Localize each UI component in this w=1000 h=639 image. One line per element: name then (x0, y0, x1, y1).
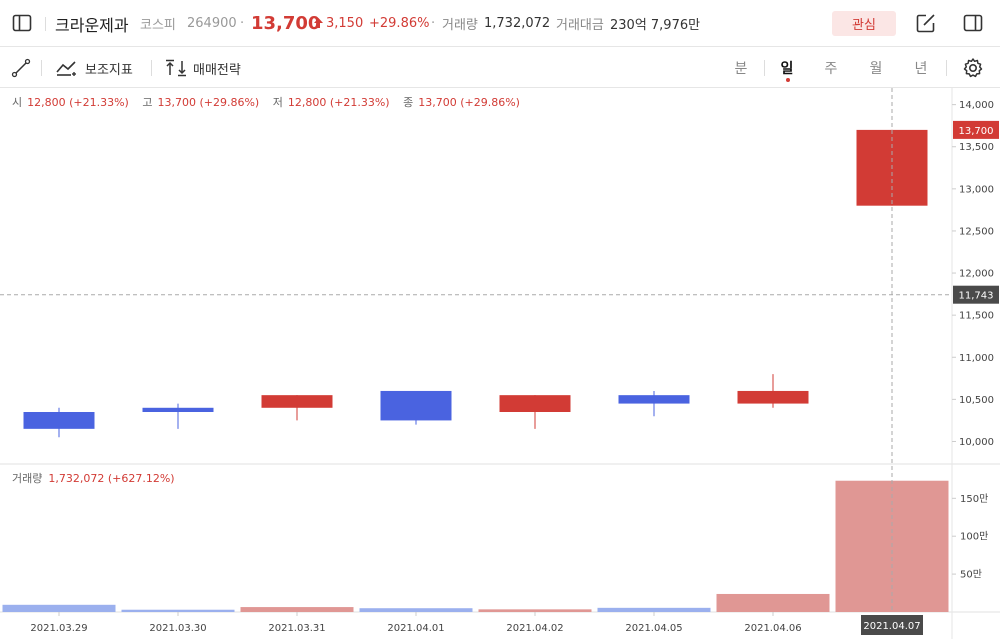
indicator-icon (56, 61, 76, 76)
header-divider (45, 0, 46, 47)
price-tick-label: 11,500 (959, 311, 994, 322)
indicator-label: 보조지표 (85, 62, 133, 78)
price-change-pct: +29.86% (369, 16, 430, 31)
volume-tick-label: 100만 (960, 531, 988, 543)
volume-legend-value: 1,732,072 (+627.12%) (48, 472, 175, 485)
amount-label: 거래대금 (556, 18, 604, 33)
stock-header: 크라운제과 코스피 264900 · 13,700 3,150 +29.86% … (0, 0, 1000, 47)
volume-bar (240, 607, 354, 612)
price-tick-label: 10,000 (959, 437, 994, 448)
period-minute[interactable]: 분 (729, 48, 753, 88)
price-change: 3,150 (326, 16, 364, 31)
volume-tick-label: 150만 (960, 493, 988, 505)
strategy-label: 매매전략 (193, 62, 241, 78)
date-label: 2021.03.31 (268, 623, 325, 634)
ohlc-legend: 시 12,800 (+21.33%) 고 13,700 (+29.86%) 저 12,… (12, 94, 530, 110)
volume-bar (716, 593, 830, 612)
close-value: 13,700 (+29.86%) (418, 96, 520, 109)
volume-tick-label: 50만 (960, 569, 982, 581)
date-label: 2021.04.01 (387, 623, 444, 634)
edit-icon[interactable] (915, 12, 937, 34)
candle-body (380, 390, 452, 421)
stock-name: 크라운제과 (55, 15, 129, 35)
price-tick-label: 10,500 (959, 395, 994, 406)
chart-toolbar: 보조지표 매매전략 분 일 주 월 년 (0, 48, 1000, 88)
drawing-tool-button[interactable] (11, 48, 31, 88)
arrow-up-icon (314, 18, 323, 28)
date-label: 2021.04.05 (625, 623, 682, 634)
volume-label: 거래량 (442, 18, 478, 33)
low-label: 저 (272, 96, 283, 109)
period-week[interactable]: 주 (819, 48, 843, 88)
header-dot: · (240, 16, 245, 31)
amount-value: 230억 7,976만 (610, 18, 701, 33)
candle-body (23, 412, 95, 429)
high-value: 13,700 (+29.86%) (157, 96, 260, 109)
last-price-label: 13,700 (959, 126, 994, 137)
settings-button[interactable] (962, 48, 984, 88)
volume-bar (121, 609, 235, 612)
period-day[interactable]: 일 (775, 48, 799, 88)
current-price: 13,700 (251, 13, 321, 34)
price-chart[interactable]: 10,000 10,500 11,000 11,500 12,000 12,500 13,0… (0, 88, 1000, 639)
sidebar-toggle-icon[interactable] (11, 12, 33, 34)
indicator-button[interactable]: 보조지표 (56, 48, 133, 88)
date-label: 2021.03.30 (149, 623, 206, 634)
date-label: 2021.03.29 (30, 623, 87, 634)
price-tick-label: 12,500 (959, 226, 994, 237)
volume-value: 1,732,072 (484, 16, 551, 31)
price-tick-label: 13,500 (959, 142, 994, 153)
candle-body (142, 407, 214, 412)
price-tick-label: 14,000 (959, 100, 994, 111)
candle-body (499, 395, 571, 412)
candle-body (618, 395, 690, 404)
price-tick-label: 12,000 (959, 269, 994, 280)
volume-legend: 거래량 1,732,072 (+627.12%) (12, 470, 175, 486)
volume-bar (478, 609, 592, 612)
open-value: 12,800 (+21.33%) (27, 96, 129, 109)
date-label: 2021.04.06 (744, 623, 801, 634)
low-value: 12,800 (+21.33%) (287, 96, 390, 109)
open-label: 시 (12, 96, 23, 109)
stock-code: 264900 (187, 16, 237, 31)
volume-legend-label: 거래량 (12, 472, 43, 485)
date-label: 2021.04.02 (506, 623, 563, 634)
price-tick-label: 13,000 (959, 184, 994, 195)
volume-bar (2, 604, 116, 612)
period-year[interactable]: 년 (909, 48, 933, 88)
candle-body (261, 395, 333, 408)
header-dot: · (431, 16, 436, 31)
period-month[interactable]: 월 (864, 48, 888, 88)
crosshair-date-label: 2021.04.07 (863, 621, 920, 632)
strategy-icon (166, 59, 186, 77)
active-period-indicator (786, 78, 790, 82)
favorite-button[interactable]: 관심 (832, 11, 896, 36)
candle-body (737, 390, 809, 404)
panel-toggle-icon[interactable] (962, 12, 984, 34)
gear-icon (963, 58, 983, 78)
crosshair-price-label: 11,743 (959, 291, 994, 302)
high-label: 고 (142, 96, 153, 109)
line-tool-icon (11, 58, 31, 78)
volume-bar (359, 608, 473, 612)
strategy-button[interactable]: 매매전략 (165, 48, 241, 88)
close-label: 종 (403, 96, 414, 109)
price-tick-label: 11,000 (959, 353, 994, 364)
market-name: 코스피 (140, 18, 176, 33)
volume-bar (597, 607, 711, 612)
